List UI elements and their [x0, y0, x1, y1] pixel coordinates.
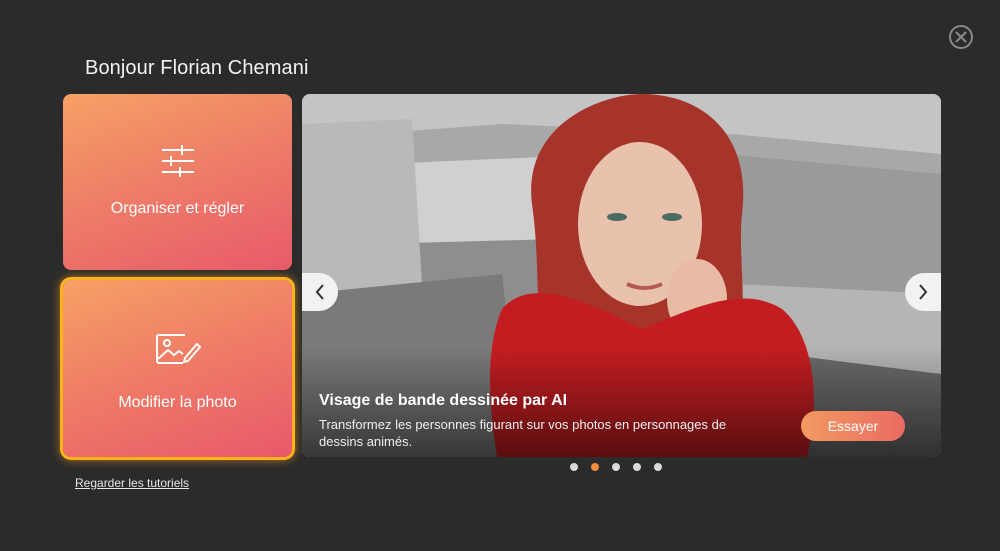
edit-photo-label: Modifier la photo [118, 394, 237, 411]
organize-adjust-card[interactable]: Organiser et régler [63, 94, 292, 270]
close-button[interactable] [949, 25, 973, 49]
edit-photo-card[interactable]: Modifier la photo [60, 277, 295, 460]
close-icon [955, 31, 967, 43]
banner-description: Transformez les personnes figurant sur v… [319, 417, 727, 449]
carousel-dot[interactable] [570, 463, 578, 471]
carousel-dots [570, 463, 662, 471]
photo-edit-icon [155, 334, 201, 364]
chevron-right-icon [919, 284, 928, 300]
carousel-dot[interactable] [633, 463, 641, 471]
try-button[interactable]: Essayer [801, 411, 905, 441]
watch-tutorials-link[interactable]: Regarder les tutoriels [75, 476, 189, 490]
banner-title: Visage de bande dessinée par AI [319, 392, 568, 409]
sliders-icon [161, 145, 194, 177]
home-dialog: Bonjour Florian Chemani Organiser et rég… [0, 0, 1000, 551]
carousel-dot[interactable] [654, 463, 662, 471]
feature-banner[interactable]: Visage de bande dessinée par AI Transfor… [302, 94, 941, 457]
organize-adjust-label: Organiser et régler [110, 200, 245, 217]
carousel-dot[interactable] [591, 463, 599, 471]
carousel-next-button[interactable] [905, 273, 941, 311]
chevron-left-icon [315, 284, 324, 300]
carousel-dot[interactable] [612, 463, 620, 471]
greeting-title: Bonjour Florian Chemani [85, 57, 309, 79]
